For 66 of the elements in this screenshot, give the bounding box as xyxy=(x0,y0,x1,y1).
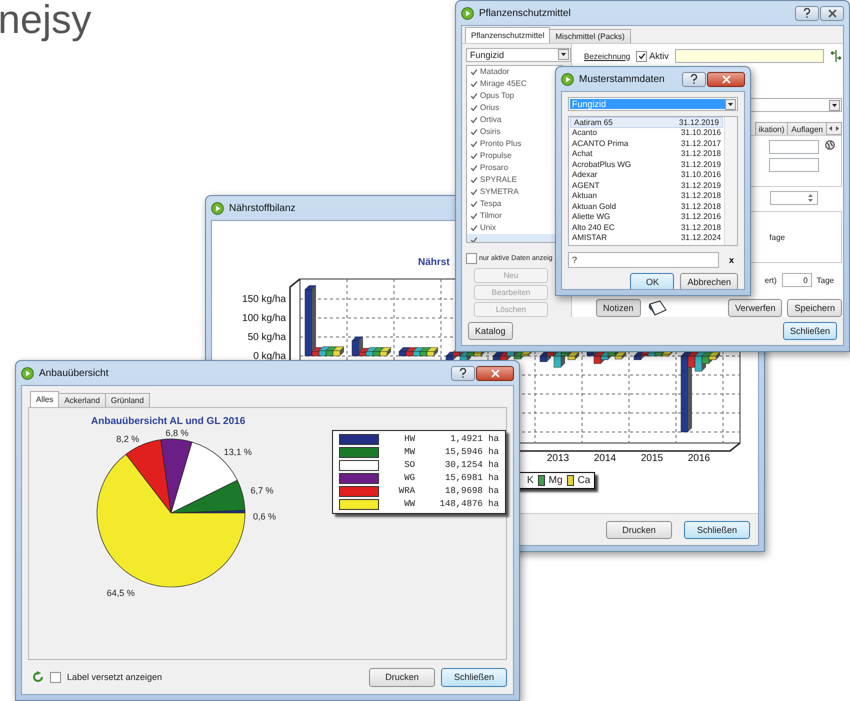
window-title: Pflanzenschutzmittel xyxy=(479,8,571,18)
axis-label: 50 kg/ha xyxy=(248,332,286,343)
checkbox-label: Label versetzt anzeigen xyxy=(67,672,162,682)
expiry-date: 31.12.2019 xyxy=(680,180,721,190)
expiry-date: 31.12.2017 xyxy=(680,138,721,148)
unit-label: Tage xyxy=(816,276,834,284)
expiry-date: 31.12.2018 xyxy=(680,191,721,200)
expiry-date: 31.12.2018 xyxy=(680,149,721,158)
slice-label: 6,8 % xyxy=(166,428,189,438)
slice-label: 8,2 % xyxy=(116,434,140,444)
window-title: Anbauübersicht xyxy=(39,368,108,378)
legend-label: WG xyxy=(403,473,415,484)
axis-label: 150 kg/ha xyxy=(242,294,286,305)
chart-title: Nährst xyxy=(418,257,450,268)
expiry-date: 31.12.2018 xyxy=(680,202,721,211)
expiry-date: 31.12.2024 xyxy=(680,233,721,242)
chart-title: Anbauübersicht AL und GL 2016 xyxy=(90,416,246,427)
product-name: AGENT xyxy=(572,180,600,190)
axis-label: 0 kg/ha xyxy=(253,351,286,362)
expiry-date: 31.12.2019 xyxy=(680,160,721,169)
field-label: ert) xyxy=(764,276,777,284)
axis-label: 2016 xyxy=(688,453,710,464)
window-title: Nährstoffbilanz xyxy=(229,202,296,214)
slice-label: 64,5 % xyxy=(106,588,135,598)
legend-value: 18,9698 ha xyxy=(444,486,499,497)
window-title: Musterstammdaten xyxy=(579,74,665,84)
legend-label: K xyxy=(527,475,534,486)
product-name: Aliette WG xyxy=(572,212,610,222)
field-label: Bezeichnung xyxy=(584,52,630,60)
axis-label: 2015 xyxy=(640,453,664,464)
slice-label: 6,7 % xyxy=(250,485,274,496)
product-name: AMISTAR xyxy=(572,233,607,242)
axis-label: 100 kg/ha xyxy=(242,313,286,324)
legend-label: Ca xyxy=(578,475,590,486)
legend-label: HW xyxy=(403,434,415,445)
slide-heading: nejsy xyxy=(0,0,92,42)
legend-label: MW xyxy=(403,447,415,458)
product-name: Acanto xyxy=(572,128,597,138)
legend-value: 15,6981 ha xyxy=(444,473,499,484)
legend-value: 15,5946 ha xyxy=(444,447,499,458)
legend-label: WW xyxy=(403,499,415,510)
legend-label: Mg xyxy=(548,475,563,486)
product-name: ACANTO Prima xyxy=(572,138,628,148)
axis-label: 2014 xyxy=(594,453,616,464)
legend-value: 148,4876 ha xyxy=(438,499,499,510)
slice-label: 13,1 % xyxy=(224,446,252,457)
product-name: Aktuan xyxy=(572,191,597,200)
product-name: Achat xyxy=(572,149,592,158)
legend-label: SO xyxy=(403,460,415,471)
legend-value: 30,1254 ha xyxy=(444,460,499,471)
checkbox-label: Aktiv xyxy=(649,51,669,61)
expiry-date: 31.12.2018 xyxy=(680,222,721,232)
expiry-date: 31.12.2019 xyxy=(678,118,719,127)
product-name: Adexar xyxy=(572,170,598,180)
product-name: Aatiram 65 xyxy=(574,118,613,127)
legend-label: WRA xyxy=(398,486,415,497)
product-name: AcrobatPlus WG xyxy=(572,160,632,169)
product-name: Aktuan Gold xyxy=(572,202,616,211)
expiry-date: 31.12.2016 xyxy=(680,212,721,222)
field-label: fage xyxy=(769,232,785,242)
product-name: Alto 240 EC xyxy=(572,222,615,232)
legend-value: 1,4921 ha xyxy=(449,434,499,445)
axis-label: 2013 xyxy=(546,453,570,464)
expiry-date: 31.10.2016 xyxy=(680,170,721,180)
expiry-date: 31.10.2016 xyxy=(680,128,721,138)
slice-label: 0,6 % xyxy=(252,512,276,522)
